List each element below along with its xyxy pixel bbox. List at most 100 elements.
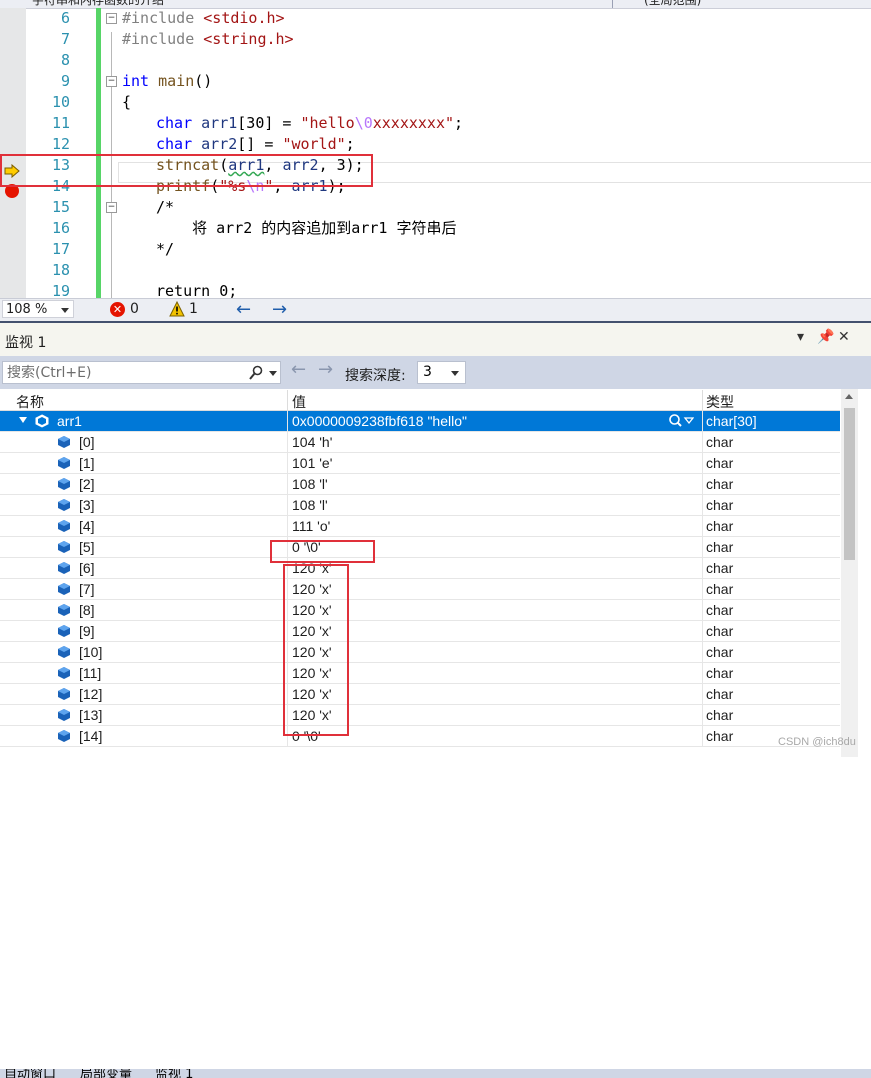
- warning-count[interactable]: 1: [189, 301, 198, 317]
- zoom-dropdown[interactable]: 108 %: [2, 300, 74, 318]
- watch-row[interactable]: [3] 108 'l' char: [0, 495, 840, 516]
- watch-row[interactable]: [13] 120 'x' char: [0, 705, 840, 726]
- code-line[interactable]: 6 − #include <stdio.h>: [0, 8, 871, 29]
- watch-value[interactable]: 111 'o': [292, 518, 330, 534]
- watch-value[interactable]: 108 'l': [292, 476, 328, 492]
- text-visualizer-icon[interactable]: [668, 413, 694, 429]
- scroll-up-icon[interactable]: [845, 394, 853, 399]
- scope-dropdown[interactable]: (全局范围): [644, 0, 701, 8]
- watch-name: [9]: [79, 623, 95, 639]
- code-text: {: [122, 93, 132, 111]
- column-divider[interactable]: [287, 390, 288, 410]
- highlight-box-strncat: [0, 154, 373, 187]
- window-menu-icon[interactable]: ▾: [797, 329, 804, 345]
- watch-name: [11]: [79, 665, 102, 681]
- code-line[interactable]: 11 char arr1[30] = "hello\0xxxxxxxx";: [0, 113, 871, 134]
- search-depth-dropdown[interactable]: 3: [417, 361, 466, 384]
- column-header-type[interactable]: 类型: [706, 392, 734, 412]
- expand-arrow-icon[interactable]: [19, 417, 27, 423]
- bottom-tab-label: 监视 1: [155, 1069, 194, 1078]
- watch-row[interactable]: [2] 108 'l' char: [0, 474, 840, 495]
- watch-type: char: [706, 434, 734, 450]
- watch-name: [6]: [79, 560, 95, 576]
- chevron-down-icon: [61, 308, 69, 313]
- watch-value[interactable]: 0x0000009238fbf618 "hello": [292, 413, 467, 429]
- watch-row[interactable]: [12] 120 'x' char: [0, 684, 840, 705]
- search-previous-icon[interactable]: ←: [291, 359, 306, 380]
- code-line[interactable]: 8: [0, 50, 871, 71]
- code-line[interactable]: 18: [0, 260, 871, 281]
- watch-value[interactable]: 108 'l': [292, 497, 328, 513]
- fold-collapse-icon[interactable]: −: [106, 76, 117, 87]
- code-line[interactable]: 12 char arr2[] = "world";: [0, 134, 871, 155]
- include-header: <string.h>: [203, 30, 294, 48]
- watch-row[interactable]: [5] 0 '\0' char: [0, 537, 840, 558]
- watch-type: char: [706, 455, 734, 471]
- watch-row[interactable]: [6] 120 'x' char: [0, 558, 840, 579]
- watch-value[interactable]: 101 'e': [292, 455, 332, 471]
- fold-collapse-icon[interactable]: −: [106, 13, 117, 24]
- close-icon[interactable]: ✕: [838, 329, 850, 345]
- chevron-down-icon[interactable]: [269, 371, 277, 376]
- watch-row[interactable]: [10] 120 'x' char: [0, 642, 840, 663]
- code-line[interactable]: 9 − int main(): [0, 71, 871, 92]
- include-header: <stdio.h>: [203, 9, 285, 27]
- line-number: 9: [60, 72, 70, 90]
- navigate-back-icon[interactable]: ←: [236, 299, 251, 320]
- watch-type: char: [706, 602, 734, 618]
- cell-divider: [702, 495, 703, 515]
- bottom-tab[interactable]: 自动窗口: [4, 1069, 56, 1078]
- watch-row[interactable]: [7] 120 'x' char: [0, 579, 840, 600]
- navigate-forward-icon[interactable]: →: [272, 299, 287, 320]
- watch-grid: 名称 值 类型 arr1 0x0000009238fbf618 "hello" …: [0, 389, 871, 757]
- code-line[interactable]: 16 将 arr2 的内容追加到arr1 字符串后: [0, 218, 871, 239]
- cell-divider: [702, 453, 703, 473]
- search-input[interactable]: [7, 364, 242, 381]
- watch-name: arr1: [57, 413, 82, 429]
- pin-icon[interactable]: 📌: [817, 329, 834, 345]
- search-field[interactable]: [2, 361, 281, 384]
- scrollbar-thumb[interactable]: [844, 408, 855, 560]
- search-icon[interactable]: [249, 365, 263, 381]
- bottom-tab[interactable]: 监视 1: [155, 1069, 193, 1078]
- code-line[interactable]: 17 */: [0, 239, 871, 260]
- code-line[interactable]: 15 − /*: [0, 197, 871, 218]
- watch-row[interactable]: [1] 101 'e' char: [0, 453, 840, 474]
- watch-row[interactable]: [9] 120 'x' char: [0, 621, 840, 642]
- watch-title: 监视 1: [5, 335, 47, 351]
- watch-type: char: [706, 644, 734, 660]
- column-header-name[interactable]: 名称: [16, 392, 44, 412]
- error-count[interactable]: 0: [130, 301, 139, 317]
- variable: arr1: [201, 114, 238, 132]
- highlight-box-x-values: [283, 564, 349, 736]
- code-line[interactable]: 10 {: [0, 92, 871, 113]
- code-line[interactable]: 7 #include <string.h>: [0, 29, 871, 50]
- chevron-down-icon: [451, 371, 459, 376]
- watch-type: char: [706, 665, 734, 681]
- column-divider[interactable]: [702, 390, 703, 410]
- watch-row[interactable]: [4] 111 'o' char: [0, 516, 840, 537]
- bottom-tab[interactable]: 局部变量: [80, 1069, 132, 1078]
- cell-divider: [702, 579, 703, 599]
- code-text: return 0;: [156, 282, 238, 298]
- search-depth-label: 搜索深度:: [345, 368, 406, 384]
- code-editor[interactable]: 字符串和内存函数的介绍 (全局范围) 6 − #include <stdio.h…: [0, 0, 871, 298]
- column-header-value[interactable]: 值: [292, 392, 306, 412]
- vertical-scrollbar[interactable]: [841, 389, 858, 757]
- warning-icon[interactable]: [169, 301, 185, 317]
- project-dropdown[interactable]: 字符串和内存函数的介绍: [32, 0, 164, 8]
- fold-collapse-icon[interactable]: −: [106, 202, 117, 213]
- watch-title-bar[interactable]: 监视 1 ▾ 📌 ✕: [0, 321, 871, 356]
- watch-row[interactable]: [8] 120 'x' char: [0, 600, 840, 621]
- watch-row-selected[interactable]: arr1 0x0000009238fbf618 "hello" char[30]: [0, 411, 840, 432]
- watch-value[interactable]: 104 'h': [292, 434, 332, 450]
- cell-divider: [702, 537, 703, 557]
- cell-divider: [287, 474, 288, 494]
- watch-type: char: [706, 518, 734, 534]
- code-line[interactable]: 19 return 0;: [0, 281, 871, 298]
- watch-row[interactable]: [0] 104 'h' char: [0, 432, 840, 453]
- error-icon[interactable]: ✕: [110, 302, 125, 317]
- watch-row[interactable]: [14] 0 '\0' char: [0, 726, 840, 747]
- watch-row[interactable]: [11] 120 'x' char: [0, 663, 840, 684]
- search-next-icon[interactable]: →: [318, 359, 333, 380]
